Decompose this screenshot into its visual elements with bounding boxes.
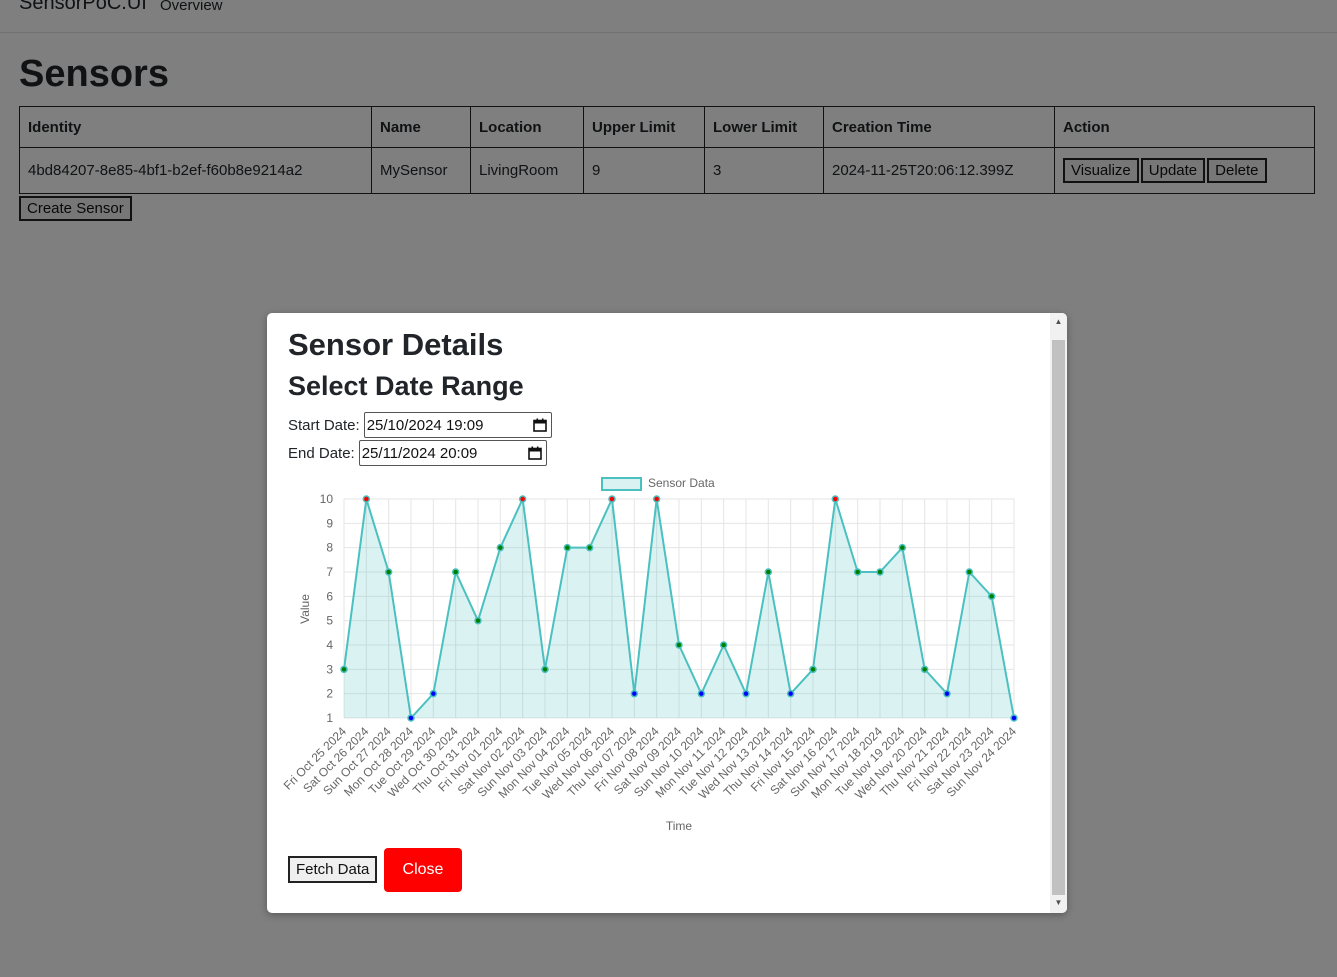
data-point [943,689,951,698]
data-point [697,689,706,698]
data-point [630,689,639,698]
legend-label: Sensor Data [648,476,715,490]
y-tick-label: 5 [326,614,333,628]
y-tick-label: 3 [326,662,333,676]
close-button[interactable]: Close [384,848,462,892]
y-tick-label: 9 [326,516,333,530]
y-tick-label: 7 [326,565,333,579]
data-point [898,543,907,552]
data-point [407,714,415,722]
data-point [608,495,616,503]
sensor-data-chart: 12345678910Fri Oct 25 2024Sat Oct 26 202… [281,476,1020,833]
legend-swatch [601,477,642,491]
x-axis-title: Time [666,819,693,833]
data-point [920,665,929,674]
data-point [719,641,728,649]
y-axis-title: Value [298,594,312,624]
data-point [853,568,862,576]
y-tick-label: 8 [326,541,333,555]
data-point [965,568,974,576]
y-tick-label: 10 [320,492,334,506]
sensor-details-modal: Sensor Details Select Date Range Start D… [267,313,1067,913]
y-tick-label: 2 [326,687,333,701]
data-point [474,616,482,625]
modal-scrollbar[interactable]: ▲ ▼ [1050,313,1067,913]
data-point [362,495,371,503]
data-point [384,568,393,576]
data-point [518,495,527,503]
data-point [742,689,750,698]
data-point [1010,714,1018,722]
scroll-thumb[interactable] [1052,340,1065,895]
data-point [496,543,505,552]
data-point [786,689,795,698]
data-point [764,568,773,576]
data-point [585,543,594,552]
data-point [876,568,884,576]
data-point [831,495,840,503]
data-point [451,568,460,576]
scroll-up-arrow-icon[interactable]: ▲ [1050,315,1067,329]
data-point [563,543,572,552]
data-point [541,665,549,674]
y-tick-label: 1 [326,711,333,725]
data-point [340,665,348,674]
data-point [809,665,817,674]
data-point [675,641,683,649]
y-tick-label: 6 [326,589,333,603]
scroll-down-arrow-icon[interactable]: ▼ [1050,896,1067,910]
data-point [987,592,996,601]
data-point [652,495,661,503]
fetch-data-button[interactable]: Fetch Data [288,856,378,883]
y-tick-label: 4 [326,638,333,652]
data-point [429,689,438,698]
